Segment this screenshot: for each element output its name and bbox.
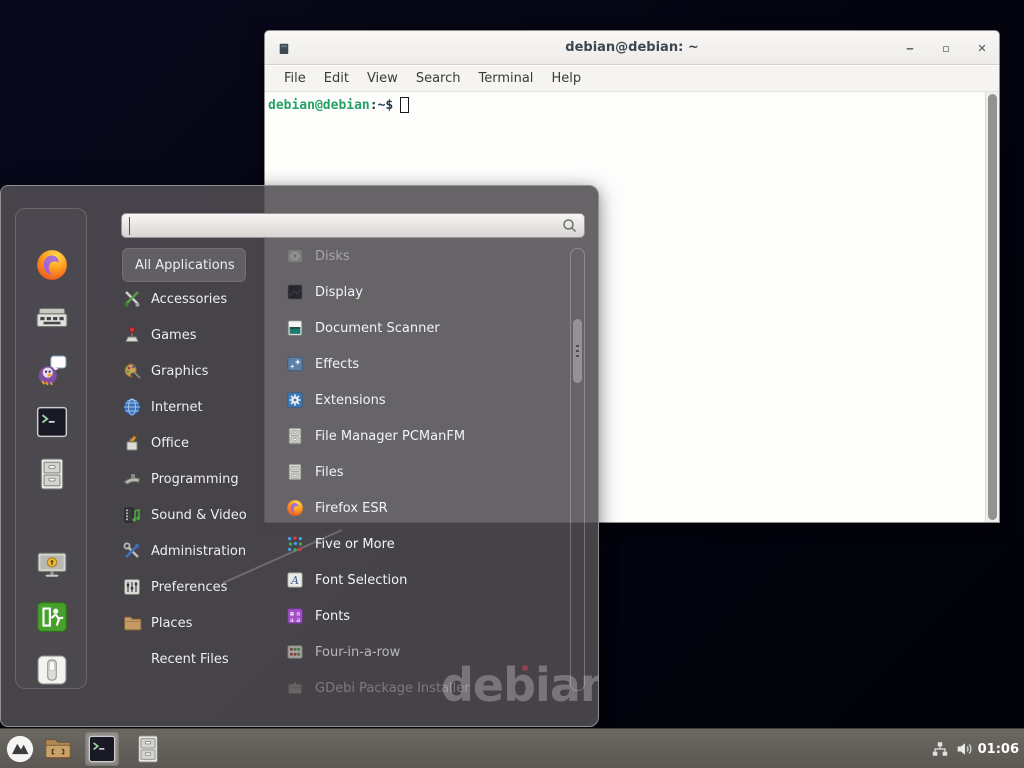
terminal-task-button[interactable] xyxy=(85,732,119,766)
terminal-titlebar-icon xyxy=(278,41,290,55)
svg-text:a: a xyxy=(296,617,300,624)
gdebi-package-icon xyxy=(286,679,304,697)
menu-file[interactable]: File xyxy=(275,68,315,89)
document-scanner-icon xyxy=(286,319,304,337)
terminal-title: debian@debian: ~ xyxy=(265,40,999,55)
prompt-separator: : xyxy=(370,98,378,113)
category-accessories[interactable]: Accessories xyxy=(122,282,277,316)
category-office[interactable]: Office xyxy=(122,426,277,460)
network-icon[interactable] xyxy=(931,740,949,758)
terminal-scrollbar[interactable] xyxy=(985,92,999,522)
app-five-or-more[interactable]: Five or More xyxy=(286,526,558,562)
search-icon xyxy=(562,218,578,234)
games-icon xyxy=(122,325,142,345)
category-recent-files[interactable]: Recent Files xyxy=(122,642,277,676)
graphics-icon xyxy=(122,361,142,381)
favorite-pidgin-button[interactable] xyxy=(35,353,69,387)
display-icon xyxy=(286,283,304,301)
category-graphics[interactable]: Graphics xyxy=(122,354,277,388)
file-cabinet-icon xyxy=(286,427,304,445)
favorite-keyboard-button[interactable] xyxy=(35,300,69,334)
menu-search-box xyxy=(121,213,585,238)
favorite-file-manager-button[interactable] xyxy=(35,457,69,491)
menu-edit[interactable]: Edit xyxy=(315,68,358,89)
app-gdebi-package-installer[interactable]: GDebi Package Installer xyxy=(286,670,558,706)
scrollbar-grip xyxy=(576,345,579,357)
minimize-button[interactable]: ‒ xyxy=(903,42,917,55)
category-all-applications[interactable]: All Applications xyxy=(122,248,246,282)
file-cabinet-icon xyxy=(286,463,304,481)
four-in-a-row-icon xyxy=(286,643,304,661)
app-files[interactable]: Files xyxy=(286,454,558,490)
accessories-icon xyxy=(122,289,142,309)
favorites-panel xyxy=(15,208,87,689)
favorite-firefox-button[interactable] xyxy=(35,248,69,282)
font-selection-icon: A xyxy=(286,571,304,589)
terminal-cursor xyxy=(400,97,409,113)
category-games[interactable]: Games xyxy=(122,318,277,352)
svg-text:A: A xyxy=(290,574,299,587)
app-font-selection[interactable]: A Font Selection xyxy=(286,562,558,598)
prompt-symbol: $ xyxy=(385,98,393,113)
terminal-scrollbar-thumb[interactable] xyxy=(988,94,997,520)
programming-icon xyxy=(122,469,142,489)
disks-icon xyxy=(286,247,304,265)
app-effects[interactable]: Effects xyxy=(286,346,558,382)
places-folder-icon xyxy=(122,613,142,633)
menu-help[interactable]: Help xyxy=(542,68,590,89)
logout-button[interactable] xyxy=(35,600,69,634)
lock-screen-button[interactable] xyxy=(35,548,69,582)
sound-video-icon xyxy=(122,505,142,525)
menu-terminal[interactable]: Terminal xyxy=(469,68,542,89)
favorite-terminal-button[interactable] xyxy=(35,405,69,439)
firefox-icon xyxy=(286,499,304,517)
category-sound-video[interactable]: Sound & Video xyxy=(122,498,277,532)
category-administration[interactable]: Administration xyxy=(122,534,277,568)
taskbar: 01:06 xyxy=(0,728,1024,768)
office-icon xyxy=(122,433,142,453)
administration-tools-icon xyxy=(122,541,142,561)
fonts-icon: aaaa xyxy=(286,607,304,625)
five-or-more-icon xyxy=(286,535,304,553)
menu-scrollbar[interactable] xyxy=(570,248,585,691)
app-document-scanner[interactable]: Document Scanner xyxy=(286,310,558,346)
internet-globe-icon xyxy=(122,397,142,417)
search-input[interactable] xyxy=(129,217,549,235)
file-cabinet-task-button[interactable] xyxy=(131,732,165,766)
start-menu-button[interactable] xyxy=(3,732,37,766)
application-menu: debian xyxy=(0,185,599,727)
menu-scrollbar-thumb[interactable] xyxy=(573,319,582,383)
svg-text:a: a xyxy=(290,617,294,624)
app-firefox-esr[interactable]: Firefox ESR xyxy=(286,490,558,526)
shutdown-button[interactable] xyxy=(35,653,69,687)
app-four-in-a-row[interactable]: Four-in-a-row xyxy=(286,634,558,670)
category-internet[interactable]: Internet xyxy=(122,390,277,424)
preferences-icon xyxy=(122,577,142,597)
terminal-menubar: File Edit View Search Terminal Help xyxy=(265,66,999,92)
app-fonts[interactable]: aaaa Fonts xyxy=(286,598,558,634)
app-disks[interactable]: Disks xyxy=(286,238,558,274)
volume-icon[interactable] xyxy=(956,740,974,758)
taskbar-clock[interactable]: 01:06 xyxy=(978,729,1019,768)
category-programming[interactable]: Programming xyxy=(122,462,277,496)
menu-search[interactable]: Search xyxy=(407,68,470,89)
menu-view[interactable]: View xyxy=(358,68,407,89)
category-preferences[interactable]: Preferences xyxy=(122,570,277,604)
terminal-titlebar[interactable]: debian@debian: ~ ‒ ▫ ✕ xyxy=(265,31,999,65)
folder-launcher-button[interactable] xyxy=(41,732,75,766)
extensions-gear-icon xyxy=(286,391,304,409)
app-file-manager-pcmanfm[interactable]: File Manager PCManFM xyxy=(286,418,558,454)
prompt-user-host: debian@debian xyxy=(268,98,370,113)
maximize-button[interactable]: ▫ xyxy=(939,42,953,55)
effects-icon xyxy=(286,355,304,373)
app-display[interactable]: Display xyxy=(286,274,558,310)
close-button[interactable]: ✕ xyxy=(975,42,989,55)
app-extensions[interactable]: Extensions xyxy=(286,382,558,418)
category-places[interactable]: Places xyxy=(122,606,277,640)
